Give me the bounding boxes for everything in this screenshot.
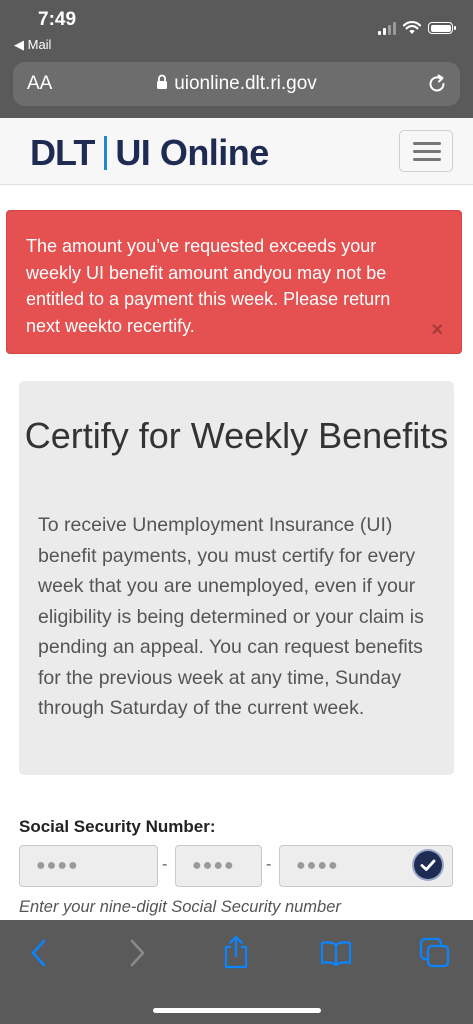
ssn-part1-placeholder: ●●●● [36,857,79,874]
error-alert: The amount you’ve requested exceeds your… [6,210,462,354]
lock-icon [157,74,168,89]
ssn-part3-placeholder: ●●●● [296,857,339,874]
menu-toggle-button[interactable] [399,130,453,172]
logo-dlt-text: DLT [30,132,95,173]
ssn-part1-input[interactable]: ●●●● [19,845,158,887]
address-bar[interactable]: AA uionline.dlt.ri.gov [13,62,460,106]
browser-bottom-toolbar [0,920,473,1024]
dlt-ui-online-logo[interactable]: DLT UI Online [30,132,269,174]
browser-top-chrome: 7:49 ◀ Mail AA uionline.dlt.ri.gov [0,0,473,118]
certify-info-card: Certify for Weekly Benefits To receive U… [19,381,454,775]
back-to-app-link[interactable]: ◀ Mail [14,37,51,53]
alert-message: The amount you’ve requested exceeds your… [26,236,391,336]
ssn-label: Social Security Number: [19,817,216,836]
cellular-signal-icon [378,21,396,35]
reload-icon[interactable] [426,73,448,95]
page-title: Certify for Weekly Benefits [24,415,449,456]
bookmarks-icon[interactable] [320,940,352,966]
url-display[interactable]: uionline.dlt.ri.gov [13,73,460,95]
forward-arrow-icon[interactable] [126,938,148,968]
back-app-label: Mail [27,37,52,52]
site-header: DLT UI Online [0,118,473,185]
status-icons [378,20,456,36]
status-time: 7:49 [38,9,77,30]
ssn-hint: Enter your nine-digit Social Security nu… [19,898,341,916]
certify-description: To receive Unemployment Insurance (UI) b… [38,514,424,719]
home-indicator [153,1008,321,1013]
password-autofill-icon[interactable] [414,851,442,879]
ssn-part2-input[interactable]: ●●●● [175,845,262,887]
logo-divider [104,136,108,170]
share-icon[interactable] [222,934,250,970]
alert-close-button[interactable]: × [431,319,443,342]
ssn-part2-placeholder: ●●●● [192,857,235,874]
url-text: uionline.dlt.ri.gov [174,73,317,94]
tabs-icon[interactable] [419,937,451,969]
back-arrow-icon[interactable] [28,938,50,968]
ssn-separator: - [162,856,168,873]
wifi-icon [403,21,421,34]
logo-ui-online-text: UI Online [115,132,269,173]
battery-icon [428,22,456,34]
ssn-separator: - [266,856,272,873]
